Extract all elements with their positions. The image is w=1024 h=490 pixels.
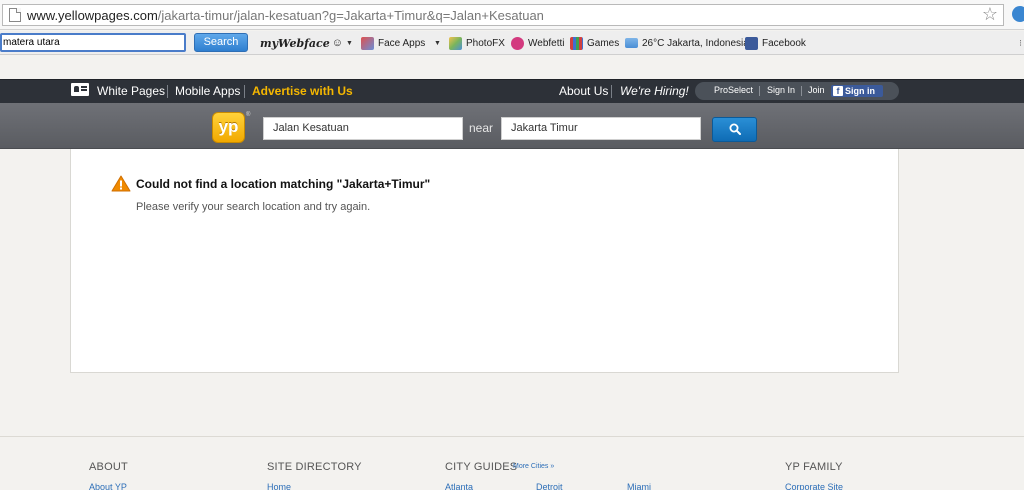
webface-logo-text: myWebface xyxy=(260,36,330,50)
toolbar-overflow-icon[interactable]: ⁝ xyxy=(1019,38,1022,49)
nav-divider xyxy=(611,85,612,98)
results-panel: Could not find a location matching "Jaka… xyxy=(70,149,899,373)
pill-divider xyxy=(801,86,802,96)
error-title: Could not find a location matching "Jaka… xyxy=(136,177,431,191)
pill-divider xyxy=(759,86,760,96)
search-icon xyxy=(729,123,741,135)
site-top-nav: White Pages Mobile Apps Advertise with U… xyxy=(0,79,1024,103)
url-host: www.yellowpages.com xyxy=(27,7,158,23)
browser-toolbar: Search myWebface ☺ ▼ Face Apps ▼ PhotoFX… xyxy=(0,31,1024,55)
nav-mobile-apps[interactable]: Mobile Apps xyxy=(175,84,240,98)
webface-logo[interactable]: myWebface ☺ xyxy=(260,35,343,51)
footer-site-directory-heading: SITE DIRECTORY xyxy=(267,461,362,473)
footer-atlanta-link[interactable]: Atlanta xyxy=(445,482,473,490)
join-link[interactable]: Join xyxy=(808,85,825,95)
nav-about-us[interactable]: About Us xyxy=(559,84,608,98)
search-bar: yp ® Jalan Kesatuan near Jakarta Timur xyxy=(0,103,1024,149)
search-query-input[interactable]: Jalan Kesatuan xyxy=(263,117,463,140)
smiley-icon: ☺ xyxy=(331,37,343,49)
face-apps-label: Face Apps xyxy=(378,37,426,49)
contact-card-icon xyxy=(71,83,89,96)
footer-yp-family-heading: YP FAMILY xyxy=(785,461,843,473)
footer-detroit-link[interactable]: Detroit xyxy=(536,482,563,490)
extension-icon[interactable] xyxy=(1012,6,1024,22)
footer-city-guides-heading: CITY GUIDES xyxy=(445,461,518,473)
search-location-input[interactable]: Jakarta Timur xyxy=(501,117,701,140)
footer-home-link[interactable]: Home xyxy=(267,482,291,490)
face-apps-dropdown[interactable]: ▼ xyxy=(434,35,441,51)
facebook-label: Facebook xyxy=(762,37,806,49)
warning-icon xyxy=(111,175,131,192)
error-detail: Please verify your search location and t… xyxy=(136,201,371,213)
nav-white-pages[interactable]: White Pages xyxy=(97,84,165,98)
url-field[interactable]: www.yellowpages.com/jakarta-timur/jalan-… xyxy=(2,4,1004,26)
account-bar: ProSelect Sign In Join f Sign in xyxy=(695,82,899,100)
photofx-icon xyxy=(449,36,462,50)
footer-miami-link[interactable]: Miami xyxy=(627,482,651,490)
dropdown-arrow-icon: ▼ xyxy=(346,39,353,47)
games-icon xyxy=(570,36,583,50)
footer-divider xyxy=(0,436,1024,437)
nav-divider xyxy=(244,85,245,98)
heart-icon xyxy=(511,36,524,50)
webface-dropdown[interactable]: ▼ xyxy=(346,35,353,51)
toolbar-search-input[interactable] xyxy=(0,33,186,52)
facebook-sign-in-button[interactable]: f Sign in xyxy=(831,85,883,97)
toolbar-webfetti[interactable]: Webfetti xyxy=(511,35,565,51)
facebook-icon: f xyxy=(833,86,843,96)
facebook-sign-in-label: Sign in xyxy=(845,86,875,96)
games-label: Games xyxy=(587,37,620,49)
registered-mark: ® xyxy=(246,112,251,118)
toolbar-games[interactable]: Games xyxy=(570,35,619,51)
browser-address-bar: www.yellowpages.com/jakarta-timur/jalan-… xyxy=(0,0,1024,30)
footer-corporate-site-link[interactable]: Corporate Site xyxy=(785,482,843,490)
photofx-label: PhotoFX xyxy=(466,37,505,49)
nav-advertise[interactable]: Advertise with Us xyxy=(252,84,353,98)
bookmark-star-icon[interactable]: ☆ xyxy=(982,4,998,24)
toolbar-facebook[interactable]: Facebook xyxy=(745,35,806,51)
weather-label: 26°C Jakarta, Indonesia xyxy=(642,37,749,49)
toolbar-face-apps[interactable]: Face Apps xyxy=(361,35,425,51)
page-icon xyxy=(9,8,21,22)
footer-about-yp-link[interactable]: About YP xyxy=(89,482,127,490)
url-path: /jakarta-timur/jalan-kesatuan?g=Jakarta+… xyxy=(157,7,544,23)
weather-icon xyxy=(625,38,638,48)
more-cities-link[interactable]: More Cities » xyxy=(513,463,554,470)
dropdown-arrow-icon: ▼ xyxy=(434,39,441,47)
toolbar-photofx[interactable]: PhotoFX xyxy=(449,35,505,51)
toolbar-search-button[interactable]: Search xyxy=(194,33,248,52)
proselect-link[interactable]: ProSelect xyxy=(714,85,753,95)
webfetti-label: Webfetti xyxy=(528,37,565,49)
facebook-icon xyxy=(745,36,758,50)
nav-hiring[interactable]: We're Hiring! xyxy=(620,84,689,98)
toolbar-weather[interactable]: 26°C Jakarta, Indonesia xyxy=(625,35,749,51)
near-label: near xyxy=(469,121,494,135)
sign-in-link[interactable]: Sign In xyxy=(767,85,795,95)
search-button[interactable] xyxy=(712,117,757,142)
footer-about-heading: ABOUT xyxy=(89,461,128,473)
yp-logo[interactable]: yp xyxy=(212,112,245,143)
face-apps-icon xyxy=(361,36,374,50)
nav-divider xyxy=(167,85,168,98)
